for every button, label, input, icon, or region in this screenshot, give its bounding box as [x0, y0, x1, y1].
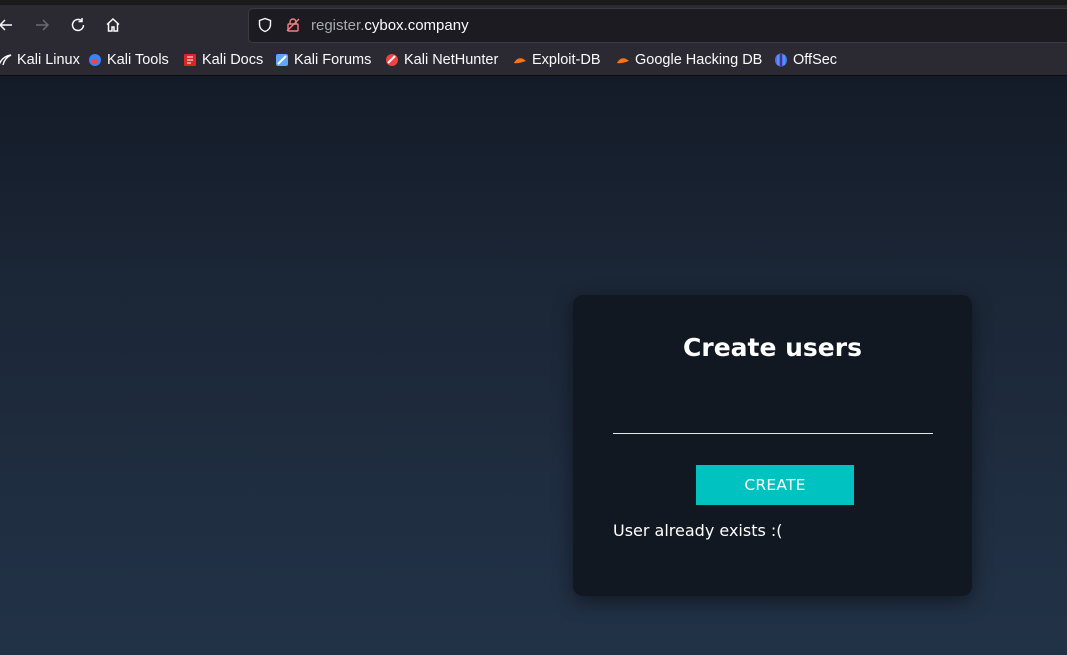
card-title: Create users	[683, 333, 862, 362]
bookmark-label: Kali Forums	[294, 52, 372, 68]
username-input[interactable]	[613, 405, 933, 434]
create-user-card: Create users CREATE User already exists …	[573, 295, 972, 596]
url-subdomain: register.	[311, 17, 365, 34]
bookmark-label: Exploit-DB	[532, 52, 601, 68]
url-text: register.cybox.company	[311, 17, 469, 34]
bookmark-google-hacking-db[interactable]: Google Hacking DB	[616, 50, 762, 70]
url-domain: cybox.company	[364, 17, 469, 34]
shield-icon[interactable]	[257, 17, 273, 33]
arrow-left-icon	[0, 19, 12, 31]
back-button[interactable]	[0, 11, 20, 39]
kali-dragon-icon	[0, 54, 12, 66]
home-button[interactable]	[99, 11, 127, 39]
bookmark-kali-forums[interactable]: Kali Forums	[275, 50, 371, 70]
bookmarks-toolbar: Kali Linux Kali Tools Kali Docs Kali For…	[0, 44, 1067, 76]
bookmark-label: Kali Docs	[202, 52, 264, 68]
nethunter-icon	[386, 54, 398, 66]
kali-forums-icon	[276, 54, 288, 66]
home-icon	[106, 17, 120, 32]
arrow-right-icon	[36, 19, 50, 31]
bookmark-label: Kali Tools	[107, 52, 169, 68]
kali-docs-icon	[184, 54, 196, 66]
exploit-db-icon	[514, 58, 526, 64]
insecure-lock-icon[interactable]	[285, 17, 301, 33]
forward-button[interactable]	[28, 11, 56, 39]
bookmark-label: OffSec	[793, 52, 838, 68]
ghdb-icon	[617, 58, 629, 64]
url-bar[interactable]: register.cybox.company	[248, 8, 1067, 43]
page-content: Create users CREATE User already exists …	[0, 76, 1067, 655]
reload-button[interactable]	[64, 11, 92, 39]
bookmark-kali-tools[interactable]: Kali Tools	[88, 50, 169, 70]
bookmark-exploit-db[interactable]: Exploit-DB	[513, 50, 601, 70]
create-button[interactable]: CREATE	[696, 465, 854, 505]
bookmark-kali-docs[interactable]: Kali Docs	[183, 50, 263, 70]
navigation-toolbar: register.cybox.company	[0, 5, 1067, 44]
bookmark-kali-nethunter[interactable]: Kali NetHunter	[385, 50, 498, 70]
bookmark-label: Kali Linux	[17, 52, 80, 68]
offsec-icon	[775, 53, 787, 67]
reload-icon	[71, 18, 85, 32]
bookmark-label: Google Hacking DB	[635, 52, 763, 68]
bookmark-label: Kali NetHunter	[404, 52, 499, 68]
kali-tools-icon	[89, 54, 101, 66]
bookmark-kali-linux[interactable]: Kali Linux	[0, 50, 80, 70]
status-message: User already exists :(	[613, 521, 783, 540]
bookmark-offsec[interactable]: OffSec	[774, 50, 837, 70]
